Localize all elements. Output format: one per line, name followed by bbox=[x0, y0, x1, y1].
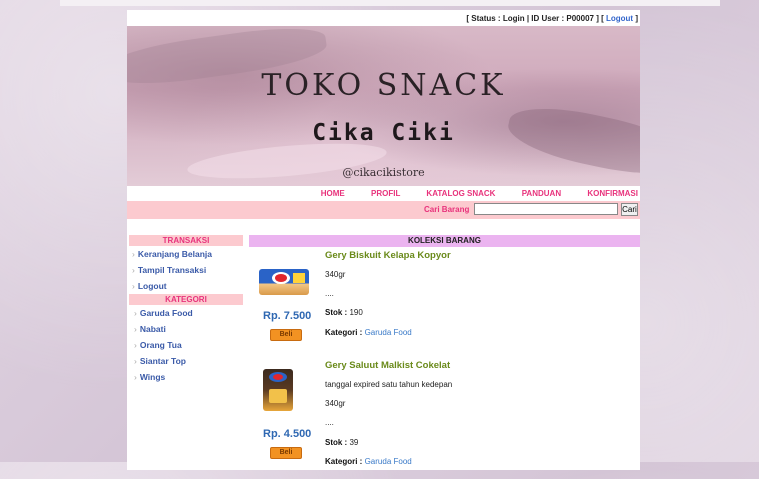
gery-saluut-logo-icon bbox=[269, 372, 287, 403]
chevron-right-icon: › bbox=[134, 308, 137, 318]
product-image[interactable] bbox=[259, 269, 309, 295]
sidebar-item-orang-tua[interactable]: › Orang Tua bbox=[129, 337, 243, 353]
sidebar-item-label: Keranjang Belanja bbox=[137, 249, 213, 259]
product-card: Rp. 7.500 Beli Gery Biskuit Kelapa Kopyo… bbox=[249, 247, 640, 359]
product-price: Rp. 7.500 bbox=[263, 310, 312, 322]
chevron-right-icon: › bbox=[134, 324, 137, 334]
sidebar-item-logout[interactable]: › Logout bbox=[129, 278, 243, 294]
page: [ Status : Login | ID User : P00007 ] [ … bbox=[127, 10, 640, 470]
top-strip bbox=[60, 0, 720, 6]
chevron-right-icon: › bbox=[132, 265, 135, 275]
search-input[interactable] bbox=[474, 203, 618, 215]
sidebar-item-nabati[interactable]: › Nabati bbox=[129, 321, 243, 337]
chevron-right-icon: › bbox=[134, 372, 137, 382]
search-button[interactable]: Cari bbox=[621, 203, 638, 216]
banner-title: TOKO SNACK bbox=[261, 68, 506, 103]
logout-link[interactable]: Logout bbox=[606, 14, 633, 23]
nav-konfirmasi[interactable]: KONFIRMASI bbox=[587, 189, 638, 198]
product-price: Rp. 4.500 bbox=[263, 428, 312, 440]
sidebar-item-garuda-food[interactable]: › Garuda Food bbox=[129, 305, 243, 321]
status-text: [ Status : Login | ID User : P00007 ] [ bbox=[466, 14, 604, 23]
nav-profil[interactable]: PROFIL bbox=[371, 189, 400, 198]
sidebar-item-wings[interactable]: › Wings bbox=[129, 369, 243, 385]
stock-label: Stok : bbox=[325, 438, 348, 447]
buy-button[interactable]: Beli bbox=[270, 329, 302, 341]
product-stock: Stok : 190 bbox=[325, 308, 363, 317]
status-close: ] bbox=[635, 14, 638, 23]
sidebar-item-tampil-transaksi[interactable]: › Tampil Transaksi bbox=[129, 262, 243, 278]
sidebar-item-siantar-top[interactable]: › Siantar Top bbox=[129, 353, 243, 369]
category-link[interactable]: Garuda Food bbox=[365, 328, 412, 337]
collection-heading: KOLEKSI BARANG bbox=[249, 235, 640, 247]
chevron-right-icon: › bbox=[134, 340, 137, 350]
product-weight: 340gr bbox=[325, 270, 346, 279]
main-nav: HOME PROFIL KATALOG SNACK PANDUAN KONFIR… bbox=[127, 186, 640, 201]
nav-katalog-snack[interactable]: KATALOG SNACK bbox=[426, 189, 495, 198]
product-category: Kategori : Garuda Food bbox=[325, 328, 412, 337]
sidebar-item-label: Orang Tua bbox=[139, 340, 182, 350]
transaksi-heading: TRANSAKSI bbox=[129, 235, 243, 246]
sidebar-item-label: Garuda Food bbox=[139, 308, 193, 318]
sidebar-item-label: Logout bbox=[137, 281, 167, 291]
sidebar: TRANSAKSI › Keranjang Belanja › Tampil Tra… bbox=[129, 235, 243, 385]
product-stock: Stok : 39 bbox=[325, 438, 358, 447]
sidebar-item-label: Wings bbox=[139, 372, 166, 382]
stock-label: Stok : bbox=[325, 308, 348, 317]
banner-subtitle: Cika Ciki bbox=[312, 120, 455, 146]
status-bar: [ Status : Login | ID User : P00007 ] [ … bbox=[127, 10, 640, 26]
product-ellipsis: .... bbox=[325, 289, 334, 298]
product-name[interactable]: Gery Saluut Malkist Cokelat bbox=[325, 360, 450, 371]
chevron-right-icon: › bbox=[134, 356, 137, 366]
category-label: Kategori : bbox=[325, 328, 363, 337]
chevron-right-icon: › bbox=[132, 281, 135, 291]
search-bar: Cari Barang Cari bbox=[127, 201, 640, 219]
chevron-right-icon: › bbox=[132, 249, 135, 259]
nav-home[interactable]: HOME bbox=[321, 189, 345, 198]
gery-logo-icon bbox=[272, 272, 305, 284]
product-name[interactable]: Gery Biskuit Kelapa Kopyor bbox=[325, 250, 451, 261]
kategori-heading: KATEGORI bbox=[129, 294, 243, 305]
product-ellipsis: .... bbox=[325, 418, 334, 427]
sidebar-item-keranjang-belanja[interactable]: › Keranjang Belanja bbox=[129, 246, 243, 262]
banner-tagline: @cikacikistore bbox=[342, 166, 425, 179]
sidebar-item-label: Siantar Top bbox=[139, 356, 186, 366]
search-label: Cari Barang bbox=[424, 205, 470, 214]
sidebar-item-label: Tampil Transaksi bbox=[137, 265, 207, 275]
product-card: Rp. 4.500 Beli Gery Saluut Malkist Cokel… bbox=[249, 359, 640, 479]
nav-panduan[interactable]: PANDUAN bbox=[522, 189, 561, 198]
collection-panel: KOLEKSI BARANG Rp. 7.500 Beli Gery Bisku… bbox=[249, 235, 640, 479]
buy-button[interactable]: Beli bbox=[270, 447, 302, 459]
stock-value: 190 bbox=[349, 308, 363, 317]
sidebar-item-label: Nabati bbox=[139, 324, 166, 334]
product-weight: 340gr bbox=[325, 399, 346, 408]
stock-value: 39 bbox=[349, 438, 359, 447]
product-description: tanggal expired satu tahun kedepan bbox=[325, 380, 453, 389]
product-image[interactable] bbox=[263, 369, 293, 411]
banner: TOKO SNACK Cika Ciki @cikacikistore bbox=[127, 26, 640, 186]
content-area: TRANSAKSI › Keranjang Belanja › Tampil Tra… bbox=[127, 219, 640, 466]
